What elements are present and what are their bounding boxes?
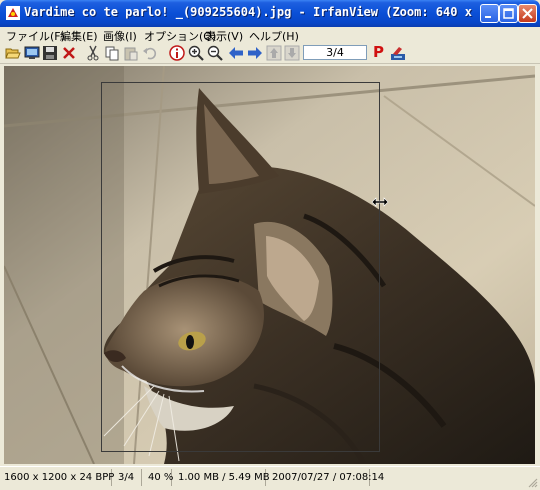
maximize-icon	[503, 8, 514, 19]
slideshow-icon[interactable]	[24, 45, 40, 61]
menu-file[interactable]: ファイル(F)	[6, 28, 65, 44]
image-viewport[interactable]	[4, 66, 535, 464]
info-icon[interactable]	[169, 45, 185, 61]
maximize-button[interactable]	[499, 4, 518, 23]
save-icon[interactable]	[42, 45, 58, 61]
close-icon	[522, 8, 533, 19]
close-button[interactable]	[518, 4, 537, 23]
minimize-icon	[485, 16, 491, 18]
upload-icon[interactable]	[266, 45, 282, 61]
irfanview-window: Vardime co te parlo! _(909255604).jpg - …	[0, 0, 540, 490]
undo-icon[interactable]	[142, 45, 158, 61]
next-icon[interactable]	[247, 45, 263, 61]
toolbar: 3/4 P	[0, 43, 540, 64]
menu-image[interactable]: 画像(I)	[103, 28, 137, 44]
menu-help[interactable]: ヘルプ(H)	[249, 28, 299, 44]
download-icon[interactable]	[284, 45, 300, 61]
minimize-button[interactable]	[480, 4, 499, 23]
open-folder-icon[interactable]	[5, 45, 21, 61]
title-bar[interactable]: Vardime co te parlo! _(909255604).jpg - …	[0, 0, 540, 27]
print-icon[interactable]: P	[373, 44, 385, 60]
resize-cursor-icon	[371, 197, 389, 207]
irfanview-paint-icon[interactable]	[390, 45, 406, 61]
menu-view[interactable]: 表示(V)	[205, 28, 243, 44]
status-file-size: 1.00 MB / 5.49 MB	[174, 469, 270, 486]
paste-icon[interactable]	[123, 45, 139, 61]
resize-grip-icon[interactable]	[526, 476, 538, 488]
status-bar: 1600 x 1200 x 24 BPP 3/4 40 % 1.00 MB / …	[0, 466, 540, 490]
copy-icon[interactable]	[104, 45, 120, 61]
delete-icon[interactable]	[61, 45, 77, 61]
menu-edit[interactable]: 編集(E)	[60, 28, 98, 44]
zoom-in-icon[interactable]	[188, 45, 204, 61]
selection-rectangle[interactable]	[101, 82, 380, 452]
window-title: Vardime co te parlo! _(909255604).jpg - …	[24, 5, 474, 19]
status-dimensions: 1600 x 1200 x 24 BPP	[0, 469, 114, 486]
status-datetime: 2007/07/27 / 07:08:14	[268, 469, 384, 486]
previous-icon[interactable]	[228, 45, 244, 61]
zoom-out-icon[interactable]	[207, 45, 223, 61]
cut-icon[interactable]	[85, 45, 101, 61]
menu-bar: ファイル(F) 編集(E) 画像(I) オプション(O) 表示(V) ヘルプ(H…	[0, 27, 540, 43]
page-number-field[interactable]: 3/4	[303, 45, 367, 60]
irfanview-app-icon[interactable]	[5, 5, 21, 21]
status-zoom: 40 %	[144, 469, 173, 486]
status-page: 3/4	[114, 469, 142, 486]
